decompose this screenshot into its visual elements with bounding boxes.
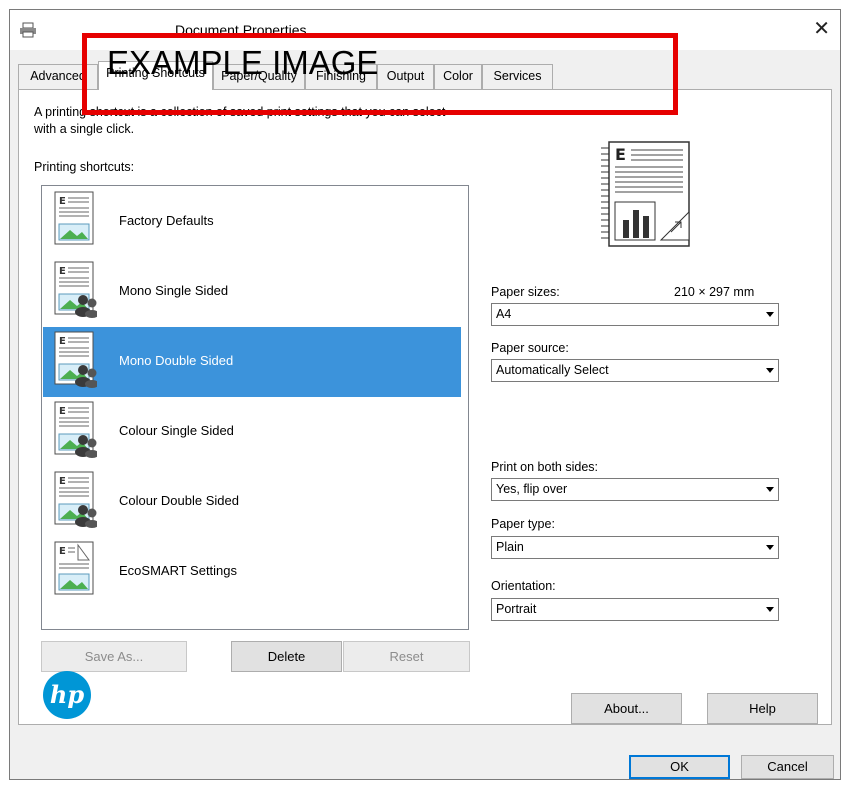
orientation-value: Portrait [496, 602, 537, 616]
window-title: Document Properties [175, 22, 307, 38]
printer-icon [20, 22, 36, 38]
document-icon: E [54, 471, 97, 528]
tab-color[interactable]: Color [434, 64, 482, 89]
chevron-down-icon [766, 368, 774, 373]
description-line-1: A printing shortcut is a collection of s… [34, 105, 446, 119]
svg-text:E: E [59, 406, 66, 417]
paper-type-value: Plain [496, 540, 524, 554]
list-item[interactable]: E Mono Double Sided [43, 327, 461, 397]
list-item[interactable]: E EcoSMART Settings [43, 537, 461, 607]
paper-source-value: Automatically Select [496, 363, 609, 377]
ecosmart-document-icon: E [54, 541, 94, 595]
description-line-2: with a single click. [34, 122, 135, 136]
print-both-sides-select[interactable]: Yes, flip over [491, 478, 779, 501]
tab-advanced[interactable]: Advanced [18, 64, 98, 89]
chevron-down-icon [766, 607, 774, 612]
list-item-label: Mono Single Sided [119, 283, 229, 298]
description-text: A printing shortcut is a collection of s… [34, 104, 534, 138]
svg-text:E: E [615, 145, 626, 164]
document-icon: E [54, 331, 97, 388]
tab-output[interactable]: Output [377, 64, 434, 89]
paper-sizes-label: Paper sizes: [491, 285, 560, 299]
printing-shortcuts-panel: A printing shortcut is a collection of s… [18, 89, 832, 725]
document-icon: E [54, 261, 97, 318]
svg-text:E: E [59, 266, 66, 277]
paper-size-dimensions: 210 × 297 mm [674, 285, 755, 299]
svg-text:E: E [59, 196, 66, 207]
ok-button[interactable]: OK [629, 755, 730, 779]
list-item[interactable]: E Mono Single Sided [43, 257, 461, 327]
tab-finishing[interactable]: Finishing [305, 64, 377, 89]
document-icon: E [54, 191, 94, 245]
print-both-sides-value: Yes, flip over [496, 482, 568, 496]
about-button[interactable]: About... [571, 693, 682, 724]
shortcuts-list[interactable]: E Factory Defaults E Mono Single Sided E… [41, 185, 469, 630]
orientation-label: Orientation: [491, 579, 556, 593]
list-item-label: EcoSMART Settings [119, 563, 238, 578]
tab-printing-shortcuts[interactable]: Printing Shortcuts [98, 61, 213, 90]
shortcuts-label: Printing shortcuts: [34, 160, 135, 174]
help-button[interactable]: Help [707, 693, 818, 724]
chevron-down-icon [766, 545, 774, 550]
close-icon[interactable]: ✕ [813, 16, 830, 42]
paper-source-label: Paper source: [491, 341, 569, 355]
svg-text:hp: hp [50, 680, 84, 709]
document-preview-icon: E [601, 141, 690, 247]
orientation-select[interactable]: Portrait [491, 598, 779, 621]
svg-text:E: E [59, 336, 66, 347]
svg-text:E: E [59, 476, 66, 487]
hp-logo-icon: hp [43, 671, 91, 719]
svg-text:E: E [59, 546, 66, 557]
list-item[interactable]: E Factory Defaults [43, 187, 461, 257]
list-item-label: Mono Double Sided [119, 353, 234, 368]
delete-button[interactable]: Delete [231, 641, 342, 672]
list-item[interactable]: E Colour Double Sided [43, 467, 461, 537]
tab-paper-quality[interactable]: Paper/Quality [213, 64, 305, 89]
print-both-sides-label: Print on both sides: [491, 460, 599, 474]
paper-sizes-select[interactable]: A4 [491, 303, 779, 326]
paper-type-label: Paper type: [491, 517, 555, 531]
list-item-label: Factory Defaults [119, 213, 214, 228]
tab-services[interactable]: Services [482, 64, 553, 89]
list-item-label: Colour Double Sided [119, 493, 239, 508]
list-item-label: Colour Single Sided [119, 423, 234, 438]
document-properties-window: Document Properties ✕ Advanced Printing … [9, 9, 841, 780]
title-bar: Document Properties ✕ [10, 10, 840, 50]
save-as-button[interactable]: Save As... [41, 641, 187, 672]
chevron-down-icon [766, 487, 774, 492]
chevron-down-icon [766, 312, 774, 317]
paper-sizes-value: A4 [496, 307, 512, 321]
paper-source-select[interactable]: Automatically Select [491, 359, 779, 382]
document-icon: E [54, 401, 97, 458]
list-item[interactable]: E Colour Single Sided [43, 397, 461, 467]
cancel-button[interactable]: Cancel [741, 755, 834, 779]
reset-button[interactable]: Reset [343, 641, 470, 672]
paper-type-select[interactable]: Plain [491, 536, 779, 559]
